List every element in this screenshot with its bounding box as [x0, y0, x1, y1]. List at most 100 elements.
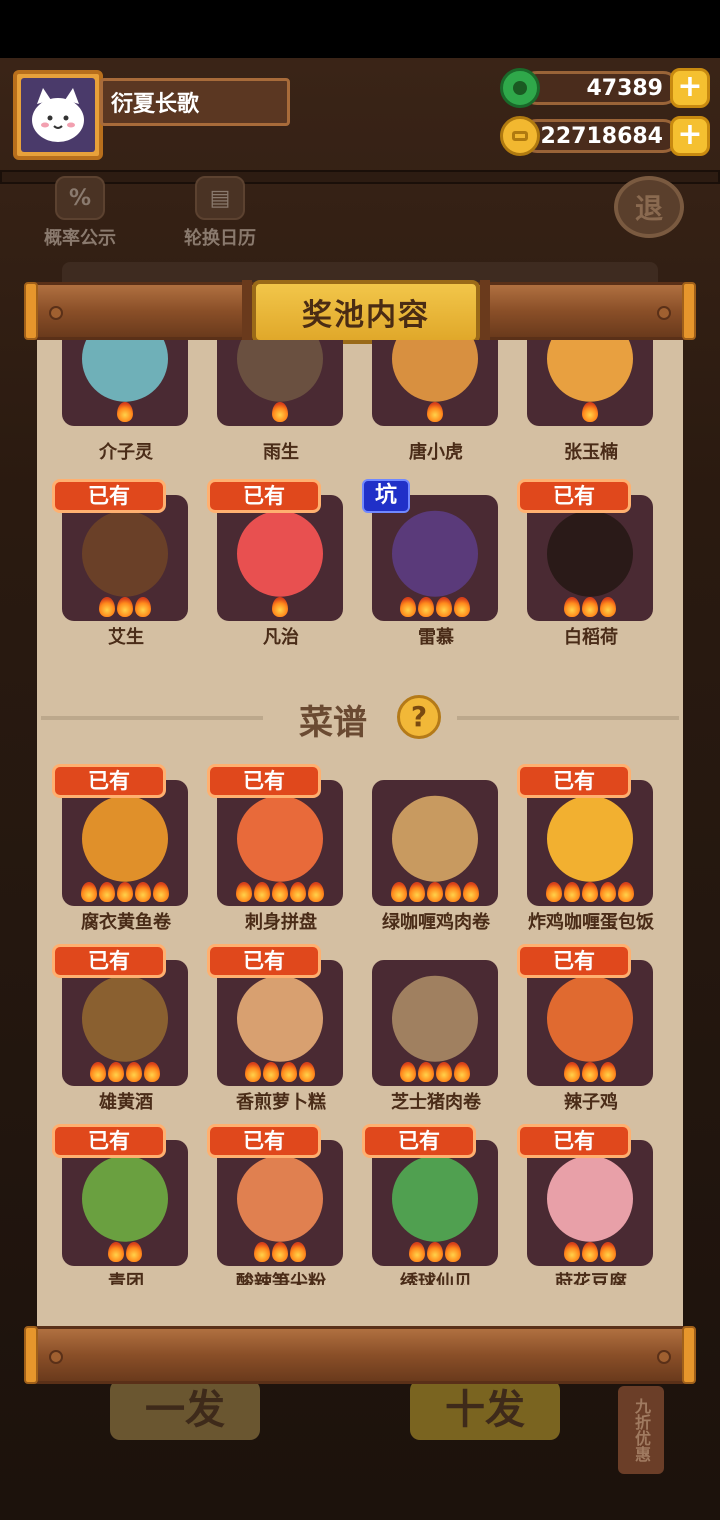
character-name: 唐小虎 [409, 442, 463, 463]
dish-art [547, 975, 633, 1062]
single-draw-button[interactable]: 一发 [110, 1380, 260, 1440]
exit-label: 退 [634, 192, 663, 225]
scroll-bottom-roller [24, 1326, 696, 1384]
recipe-image [217, 960, 343, 1086]
character-art [82, 510, 168, 597]
owned-badge: 已有 [517, 479, 631, 513]
jade-coin-icon [500, 68, 540, 108]
recipe-image [527, 1140, 653, 1266]
probability-button[interactable]: % 概率公示 [32, 176, 128, 250]
recipe-image [372, 1140, 498, 1266]
dish-art [82, 795, 168, 882]
recipe-name: 绿咖喱鸡肉卷 [382, 912, 490, 933]
character-name: 凡治 [263, 627, 299, 648]
character-name: 艾生 [108, 627, 144, 648]
owned-badge: 已有 [52, 764, 166, 798]
character-portrait [62, 495, 188, 621]
recipes-section-title: 菜谱 [299, 703, 367, 743]
character-art [392, 340, 478, 402]
owned-badge: 已有 [52, 944, 166, 978]
calendar-button[interactable]: ▤ 轮换日历 [172, 176, 268, 250]
add-jade-button[interactable]: + [670, 68, 710, 108]
calendar-icon: ▤ [195, 176, 245, 220]
gold-currency: 22718684 + [500, 116, 710, 156]
character-portrait [527, 495, 653, 621]
panel-title: 奖池内容 [242, 280, 490, 344]
player-name: 衍夏长歌 [100, 78, 290, 126]
probability-label: 概率公示 [44, 228, 116, 249]
character-name: 张玉楠 [564, 442, 618, 463]
recipes-section-header: 菜谱 ? [37, 695, 683, 743]
character-portrait [372, 495, 498, 621]
add-gold-button[interactable]: + [670, 116, 710, 156]
character-portrait [62, 340, 188, 426]
dish-art [237, 795, 323, 882]
avatar[interactable] [13, 70, 103, 160]
recipe-image [62, 1140, 188, 1266]
recipe-name: 刺身拼盘 [245, 912, 317, 933]
ten-draw-button[interactable]: 十发 [410, 1380, 560, 1440]
character-portrait [217, 495, 343, 621]
character-art [82, 340, 168, 402]
owned-badge: 已有 [207, 764, 321, 798]
recipe-name: 酸辣笋尖粉 [236, 1272, 326, 1285]
recipe-name: 青团 [108, 1272, 144, 1285]
help-icon[interactable]: ? [397, 695, 441, 739]
dish-art [547, 1155, 633, 1242]
recipe-image [62, 960, 188, 1086]
character-portrait [527, 340, 653, 426]
draw-buttons: 一发 十发 [110, 1380, 610, 1442]
status-bar-area [0, 0, 720, 58]
dish-art [392, 975, 478, 1062]
recipe-name: 香煎萝卜糕 [236, 1092, 326, 1113]
character-name: 白稻荷 [564, 627, 618, 648]
gold-amount: 22718684 [520, 119, 680, 153]
recipe-name: 雄黄酒 [99, 1092, 153, 1113]
recipe-image [62, 780, 188, 906]
recipe-image [217, 780, 343, 906]
recipe-name: 芝士猪肉卷 [391, 1092, 481, 1113]
owned-badge: 已有 [517, 1124, 631, 1158]
character-art [237, 510, 323, 597]
owned-badge: 已有 [207, 1124, 321, 1158]
cat-avatar-icon [21, 78, 95, 152]
dish-art [547, 795, 633, 882]
pool-content-list[interactable]: 介子灵 雨生 唐小虎 张玉楠 已有 艾生 已有 凡治 坑 雷慕 已有 白稻荷 菜… [37, 340, 683, 1285]
character-art [237, 340, 323, 402]
recipe-image [527, 960, 653, 1086]
recipe-name: 辣子鸡 [564, 1092, 618, 1113]
recipe-image [527, 780, 653, 906]
recipe-name: 腐衣黄鱼卷 [81, 912, 171, 933]
recipe-name: 绣球仙贝 [400, 1272, 472, 1285]
recipe-image [372, 960, 498, 1086]
percent-icon: % [55, 176, 105, 220]
character-portrait [217, 340, 343, 426]
dish-art [237, 975, 323, 1062]
recipe-image [217, 1140, 343, 1266]
character-portrait [372, 340, 498, 426]
recipe-name: 莳花豆腐 [555, 1272, 627, 1285]
pit-badge: 坑 [362, 479, 410, 513]
character-name: 介子灵 [99, 442, 153, 463]
jade-currency: 47389 + [500, 68, 710, 108]
owned-badge: 已有 [52, 1124, 166, 1158]
exit-button[interactable]: 退 [614, 176, 684, 238]
character-art [547, 510, 633, 597]
character-name: 雷慕 [418, 627, 454, 648]
character-name: 雨生 [263, 442, 299, 463]
gold-coin-icon [500, 116, 540, 156]
dish-art [82, 975, 168, 1062]
discount-badge: 九折优惠 [618, 1386, 664, 1474]
recipe-image [372, 780, 498, 906]
owned-badge: 已有 [517, 944, 631, 978]
character-art [547, 340, 633, 402]
dish-art [82, 1155, 168, 1242]
owned-badge: 已有 [52, 479, 166, 513]
calendar-label: 轮换日历 [184, 228, 256, 249]
dish-art [392, 795, 478, 882]
recipe-name: 炸鸡咖喱蛋包饭 [528, 912, 654, 933]
jade-amount: 47389 [520, 71, 680, 105]
owned-badge: 已有 [517, 764, 631, 798]
character-art [392, 510, 478, 597]
owned-badge: 已有 [362, 1124, 476, 1158]
